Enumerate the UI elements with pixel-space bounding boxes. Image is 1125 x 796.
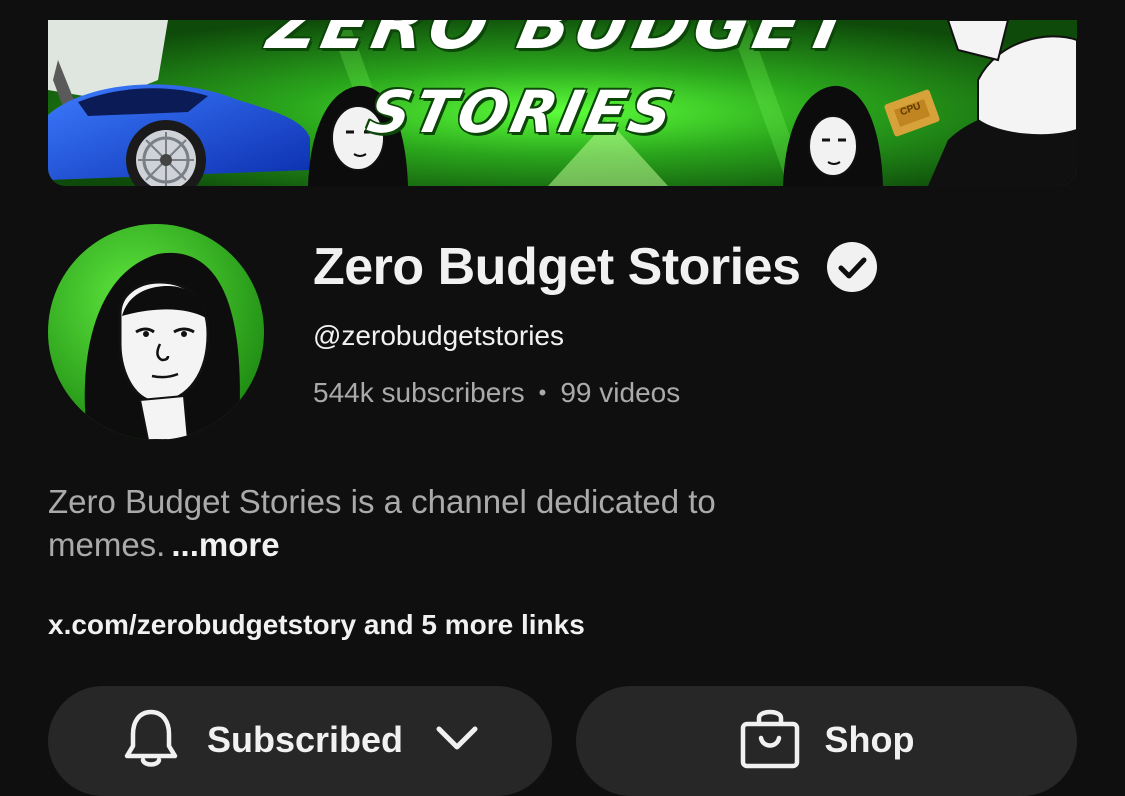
verified-check-icon [826,241,878,293]
channel-links[interactable]: x.com/zerobudgetstory and 5 more links [48,606,585,644]
video-count: 99 videos [560,377,681,408]
stats-separator: • [538,380,547,405]
channel-handle: @zerobudgetstories [313,320,565,351]
channel-banner: ZERO BUDGET STORIES CPU [48,20,1077,186]
bell-icon [121,706,181,775]
chevron-down-icon [435,723,479,758]
description-more-link[interactable]: ...more [171,526,279,563]
subscribed-button-content: Subscribed [121,708,479,772]
shop-label: Shop [824,719,915,760]
channel-description[interactable]: Zero Budget Stories is a channel dedicat… [48,480,948,566]
shop-button[interactable]: Shop [576,686,1077,796]
banner-subtitle: STORIES [361,77,685,148]
subscribed-label: Subscribed [206,719,404,760]
subscriber-count: 544k subscribers [313,377,525,408]
subscribed-button[interactable]: Subscribed [48,686,552,796]
channel-avatar[interactable] [48,224,264,440]
shop-button-content: Shop [739,706,915,775]
avatar-doomer-image [48,224,264,440]
description-text: Zero Budget Stories is a channel dedicat… [48,483,716,563]
channel-name-text: Zero Budget Stories [313,238,801,296]
banner-title: ZERO BUDGET [260,20,866,67]
channel-stats: 544k subscribers • 99 videos [313,375,680,411]
shopping-bag-icon [739,706,801,775]
channel-name: Zero Budget Stories [313,236,878,298]
